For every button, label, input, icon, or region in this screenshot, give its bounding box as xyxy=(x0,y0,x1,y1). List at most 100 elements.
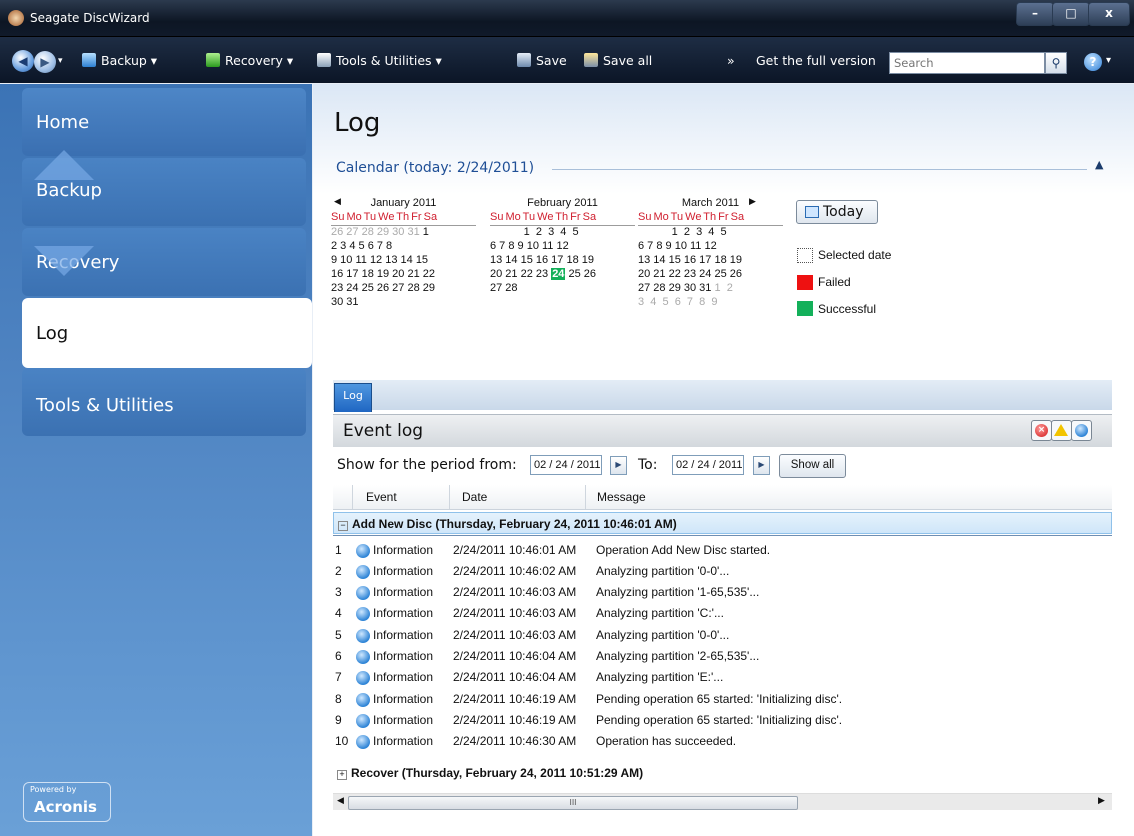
header-background xyxy=(313,84,1134,194)
info-icon xyxy=(356,607,370,621)
calendar-row[interactable]: 1 2 3 4 5 xyxy=(490,226,635,240)
info-icon xyxy=(356,565,370,579)
calendar-row[interactable]: 6 7 8 9 10 11 12 xyxy=(638,240,783,254)
save-all-icon xyxy=(584,53,598,67)
month-title: March 2011 xyxy=(681,197,740,209)
calendar-row[interactable]: 27 28 xyxy=(490,282,635,296)
month-title: January 2011 xyxy=(370,197,437,209)
search-icon[interactable]: ⚲ xyxy=(1045,52,1067,74)
calendar-section-title[interactable]: Calendar (today: 2/24/2011) xyxy=(336,160,534,176)
log-group-header[interactable]: + Recover (Thursday, February 24, 2011 10… xyxy=(333,762,1112,784)
table-row[interactable]: 3 Information 2/24/2011 10:46:03 AM Analyzi… xyxy=(333,585,1112,604)
calendar-row[interactable]: 13 14 15 16 17 18 19 xyxy=(638,254,783,268)
save-button[interactable]: Save xyxy=(517,53,567,68)
collapse-chevron-icon[interactable]: ▲ xyxy=(1095,158,1103,171)
tab-log[interactable]: Log xyxy=(334,383,372,412)
event-log-header xyxy=(333,414,1112,447)
table-row[interactable]: 7 Information 2/24/2011 10:46:04 AM Analyzi… xyxy=(333,670,1112,689)
window-title: Seagate DiscWizard xyxy=(30,11,150,25)
backup-icon xyxy=(82,53,96,67)
calendar-row[interactable]: 20 21 22 23 24 25 26 xyxy=(638,268,783,282)
more-chevron-icon[interactable]: » xyxy=(727,53,735,68)
table-row[interactable]: 6 Information 2/24/2011 10:46:04 AM Analyzi… xyxy=(333,649,1112,668)
forward-icon[interactable]: ▶ xyxy=(34,51,56,73)
table-row[interactable]: 4 Information 2/24/2011 10:46:03 AM Analyzi… xyxy=(333,606,1112,625)
error-filter-icon[interactable]: × xyxy=(1031,420,1052,441)
calendar-month-february: February 2011 Su Mo Tu We Th Fr Sa 1 2 3… xyxy=(490,197,635,296)
info-icon xyxy=(356,544,370,558)
save-icon xyxy=(517,53,531,67)
title-bar xyxy=(0,0,1134,37)
sidebar-item-tools[interactable]: Tools & Utilities xyxy=(22,368,306,436)
calendar-today-icon xyxy=(805,206,819,218)
section-divider xyxy=(552,169,1087,170)
help-dropdown-icon[interactable]: ▾ xyxy=(1106,55,1111,66)
column-header-message[interactable]: Message xyxy=(597,490,646,504)
info-icon xyxy=(356,671,370,685)
legend-swatch-selected xyxy=(797,248,813,263)
table-row[interactable]: 10 Information 2/24/2011 10:46:30 AM Operat… xyxy=(333,734,1112,753)
date-to-field[interactable]: 02 / 24 / 2011 xyxy=(672,455,744,475)
calendar-row[interactable]: 3 4 5 6 7 8 9 xyxy=(638,296,783,310)
warning-filter-icon[interactable] xyxy=(1051,420,1072,441)
day-headers: Su Mo Tu We Th Fr Sa xyxy=(331,211,476,226)
month-title: February 2011 xyxy=(527,197,598,209)
legend-label-failed: Failed xyxy=(818,275,851,289)
calendar-row[interactable]: 26 27 28 29 30 31 1 xyxy=(331,226,476,240)
brand-name: Acronis xyxy=(34,798,97,816)
maximize-button[interactable]: □ xyxy=(1052,2,1090,26)
date-from-field[interactable]: 02 / 24 / 2011 xyxy=(530,455,602,475)
full-version-link[interactable]: Get the full version xyxy=(756,53,876,68)
show-all-button[interactable]: Show all xyxy=(779,454,846,478)
search-input[interactable] xyxy=(890,53,1043,73)
history-dropdown-icon[interactable]: ▾ xyxy=(58,56,63,66)
info-icon xyxy=(356,714,370,728)
event-log-title: Event log xyxy=(343,421,424,441)
calendar-row[interactable]: 16 17 18 19 20 21 22 xyxy=(331,268,476,282)
collapse-toggle-icon[interactable]: − xyxy=(338,521,348,531)
help-icon[interactable]: ? xyxy=(1084,53,1102,71)
log-group-header[interactable]: − Add New Disc (Thursday, February 24, 20… xyxy=(333,512,1112,534)
table-row[interactable]: 1 Information 2/24/2011 10:46:01 AM Operati… xyxy=(333,543,1112,562)
sidebar-item-log[interactable]: Log xyxy=(22,298,312,368)
to-label: To: xyxy=(638,457,658,473)
table-row[interactable]: 9 Information 2/24/2011 10:46:19 AM Pending… xyxy=(333,713,1112,732)
minimize-button[interactable]: – xyxy=(1016,2,1054,26)
today-date-cell[interactable]: 24 xyxy=(551,268,566,280)
calendar-row[interactable]: 20 21 22 23 24 25 26 xyxy=(490,268,635,282)
table-row[interactable]: 2 Information 2/24/2011 10:46:02 AM Analyzi… xyxy=(333,564,1112,583)
info-filter-icon[interactable] xyxy=(1071,420,1092,441)
legend-label-selected: Selected date xyxy=(818,248,892,262)
scroll-left-icon[interactable]: ◀ xyxy=(337,796,344,806)
calendar-row[interactable]: 30 31 xyxy=(331,296,476,310)
tools-menu[interactable]: Tools & Utilities ▾ xyxy=(317,53,442,68)
calendar-row[interactable]: 2 3 4 5 6 7 8 xyxy=(331,240,476,254)
scrollbar-thumb[interactable]: III xyxy=(348,796,798,810)
back-icon[interactable]: ◀ xyxy=(12,50,34,72)
calendar-row[interactable]: 9 10 11 12 13 14 15 xyxy=(331,254,476,268)
scroll-right-icon[interactable]: ▶ xyxy=(1098,796,1105,806)
calendar-row[interactable]: 13 14 15 16 17 18 19 xyxy=(490,254,635,268)
calendar-row[interactable]: 1 2 3 4 5 xyxy=(638,226,783,240)
backup-menu[interactable]: Backup ▾ xyxy=(82,53,157,68)
column-header-date[interactable]: Date xyxy=(462,490,487,504)
date-to-picker-icon[interactable]: ▶ xyxy=(753,456,770,475)
calendar-row[interactable]: 23 24 25 26 27 28 29 xyxy=(331,282,476,296)
powered-by-label: Powered by xyxy=(30,785,77,794)
column-header-event[interactable]: Event xyxy=(366,490,397,504)
table-row[interactable]: 5 Information 2/24/2011 10:46:03 AM Analyzi… xyxy=(333,628,1112,647)
calendar-row[interactable]: 27 28 29 30 31 1 2 xyxy=(638,282,783,296)
group-underline xyxy=(333,535,1112,536)
table-row[interactable]: 8 Information 2/24/2011 10:46:19 AM Pending… xyxy=(333,692,1112,711)
backup-arrow-icon xyxy=(34,150,94,180)
calendar-row[interactable]: 6 7 8 9 10 11 12 xyxy=(490,240,635,254)
calendar-month-march: March 2011 Su Mo Tu We Th Fr Sa 1 2 3 4 … xyxy=(638,197,783,310)
sidebar-item-home[interactable]: Home xyxy=(22,88,306,156)
expand-toggle-icon[interactable]: + xyxy=(337,770,347,780)
save-all-button[interactable]: Save all xyxy=(584,53,652,68)
info-icon xyxy=(356,693,370,707)
date-from-picker-icon[interactable]: ▶ xyxy=(610,456,627,475)
day-headers: Su Mo Tu We Th Fr Sa xyxy=(490,211,635,226)
recovery-menu[interactable]: Recovery ▾ xyxy=(206,53,293,68)
close-button[interactable]: x xyxy=(1088,2,1130,26)
